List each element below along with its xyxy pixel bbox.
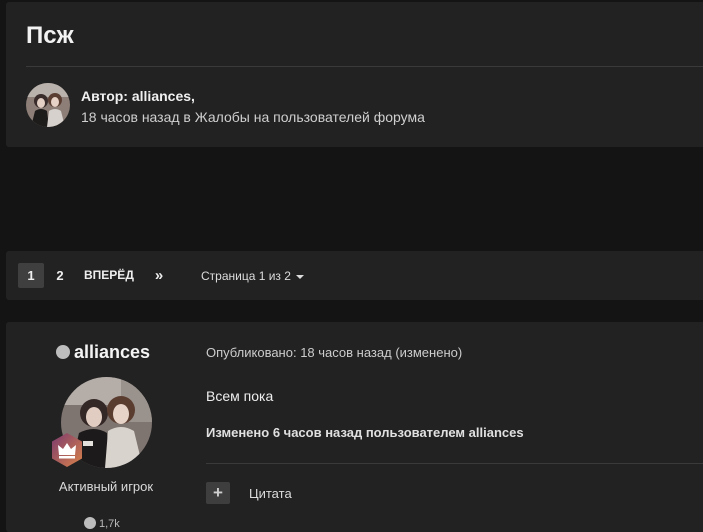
post-divider [206, 463, 703, 464]
page-title: Псж [26, 22, 74, 49]
post-published: Опубликовано: 18 часов назад (изменено) [206, 345, 463, 360]
poster-name-text: alliances [74, 342, 151, 362]
post: alliances Активный игрок 1,7k Опубликова… [6, 322, 703, 532]
rank-badge [49, 432, 85, 468]
page-of-label: Страница 1 из 2 [201, 269, 291, 283]
author-line[interactable]: Автор: alliances, [81, 88, 195, 104]
topic-header: Псж Автор: alliances, 18 часов назад в Ж… [6, 2, 703, 147]
author-avatar[interactable] [26, 83, 70, 127]
reputation-icon [84, 517, 96, 529]
post-body: Всем пока [206, 388, 274, 404]
plus-icon[interactable]: + [206, 482, 230, 504]
pagination-bar: 1 2 ВПЕРЁД » Страница 1 из 2 [6, 251, 703, 300]
caret-down-icon [295, 274, 304, 279]
page-button-1[interactable]: 1 [18, 263, 44, 288]
page-button-2[interactable]: 2 [50, 263, 70, 288]
chevron-double-right-icon[interactable]: » [152, 263, 166, 288]
next-page-button[interactable]: ВПЕРЁД [84, 263, 134, 288]
header-divider [26, 66, 703, 67]
topic-meta: 18 часов назад в Жалобы на пользователей… [81, 109, 425, 125]
online-status-icon [56, 345, 70, 359]
edit-note: Изменено 6 часов назад пользователем all… [206, 425, 524, 440]
page-jump-dropdown[interactable]: Страница 1 из 2 [201, 269, 304, 283]
reputation-value: 1,7k [99, 518, 120, 530]
rank-title: Активный игрок [58, 479, 154, 494]
poster-name[interactable]: alliances [56, 342, 150, 363]
quote-button[interactable]: Цитата [249, 486, 292, 501]
